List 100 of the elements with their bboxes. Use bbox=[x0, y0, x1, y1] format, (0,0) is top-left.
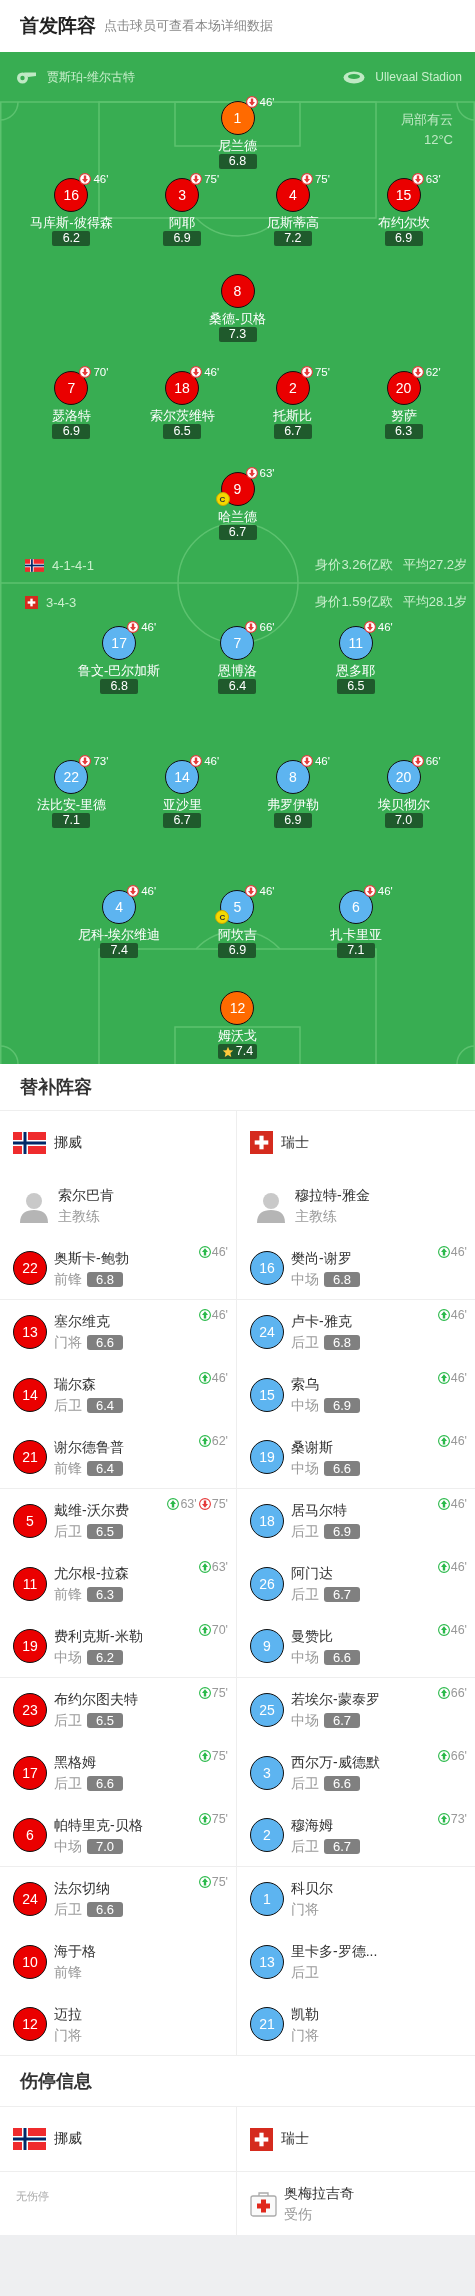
jersey-number[interactable]: 13 bbox=[13, 1314, 47, 1349]
coach-name[interactable]: 穆拉特-雅金 bbox=[295, 1186, 370, 1205]
player-name[interactable]: 尼科-埃尔维迪 bbox=[78, 926, 161, 943]
player-name[interactable]: 居马尔特 bbox=[291, 1501, 361, 1520]
section-title: 替补阵容 bbox=[20, 1076, 92, 1099]
player-name[interactable]: 阿坎吉 bbox=[218, 926, 257, 943]
sub-off-icon bbox=[127, 885, 140, 897]
sub-minute: 46' bbox=[314, 755, 330, 767]
player-name[interactable]: 鲁文-巴尔加斯 bbox=[78, 662, 161, 679]
jersey-number[interactable]: 24 bbox=[13, 1881, 47, 1916]
player-name[interactable]: 姆沃戈 bbox=[218, 1027, 257, 1044]
player-name[interactable]: 弗罗伊勒 bbox=[266, 796, 319, 813]
player-rating: 6.5 bbox=[87, 1524, 124, 1539]
player-name[interactable]: 法比安-里德 bbox=[36, 796, 107, 813]
player-name[interactable]: 帕特里克-贝格 bbox=[54, 1815, 143, 1835]
player-name[interactable]: 桑谢斯 bbox=[291, 1437, 361, 1457]
player-position: 后卫 bbox=[291, 1837, 319, 1855]
jersey-number[interactable]: 15 bbox=[386, 178, 421, 212]
player-name[interactable]: 奥梅拉吉奇 bbox=[284, 2184, 354, 2203]
jersey-number[interactable]: 18 bbox=[165, 371, 200, 405]
player-name[interactable]: 卢卡-雅克 bbox=[291, 1312, 361, 1331]
jersey-number[interactable]: 14 bbox=[13, 1377, 47, 1412]
sub-minute: 46' bbox=[93, 173, 109, 185]
sub-minute: 63' bbox=[259, 467, 275, 479]
player-name[interactable]: 科贝尔 bbox=[291, 1879, 333, 1898]
player-name[interactable]: 厄斯蒂高 bbox=[266, 214, 319, 231]
player-name[interactable]: 法尔切纳 bbox=[54, 1879, 124, 1898]
player-name[interactable]: 凯勒 bbox=[291, 2004, 319, 2024]
player-name[interactable]: 哈兰德 bbox=[218, 508, 257, 525]
jersey-number[interactable]: 16 bbox=[54, 178, 89, 212]
player-name[interactable]: 阿门达 bbox=[291, 1564, 361, 1583]
jersey-number[interactable]: 17 bbox=[13, 1755, 47, 1790]
jersey-number[interactable]: 12 bbox=[13, 2007, 47, 2041]
player-name[interactable]: 里卡多-罗德... bbox=[291, 1942, 378, 1961]
player-name[interactable]: 黑格姆 bbox=[54, 1753, 124, 1772]
jersey-number[interactable]: 2 bbox=[275, 371, 310, 405]
sub-off-icon bbox=[411, 366, 424, 378]
player-name[interactable]: 奥斯卡-鲍勃 bbox=[54, 1248, 129, 1268]
player-name[interactable]: 亚沙里 bbox=[162, 796, 202, 813]
player-name[interactable]: 布约尔图夫特 bbox=[54, 1690, 138, 1709]
jersey-number[interactable]: 12 bbox=[220, 991, 255, 1025]
no-injuries-text: 无伤停 bbox=[16, 2189, 49, 2204]
player-name[interactable]: 努萨 bbox=[390, 407, 417, 424]
player-name[interactable]: 西尔万-威德默 bbox=[291, 1753, 380, 1772]
player-name[interactable]: 谢尔德鲁普 bbox=[54, 1437, 124, 1457]
player-name[interactable]: 尤尔根-拉森 bbox=[54, 1564, 129, 1583]
player-name[interactable]: 索乌 bbox=[291, 1375, 361, 1394]
player-name[interactable]: 布约尔坎 bbox=[377, 214, 430, 231]
player-name[interactable]: 瑞尔森 bbox=[54, 1375, 124, 1394]
player-name[interactable]: 阿耶 bbox=[169, 214, 196, 231]
jersey-number[interactable]: 7 bbox=[54, 371, 89, 405]
sub-in-icon bbox=[198, 1309, 211, 1321]
player-name[interactable]: 曼赞比 bbox=[291, 1626, 361, 1646]
jersey-number[interactable]: 5 bbox=[13, 1503, 47, 1538]
player-position: 门将 bbox=[54, 2026, 82, 2044]
average-age: 平均28.1岁 bbox=[402, 593, 467, 611]
player-name[interactable]: 索尔茨维特 bbox=[149, 407, 215, 424]
jersey-number[interactable]: 4 bbox=[275, 178, 310, 212]
sub-minute: 75' bbox=[204, 173, 220, 185]
player-name[interactable]: 瑟洛特 bbox=[51, 407, 91, 424]
sub-minute: 46' bbox=[211, 1308, 228, 1322]
coach-name[interactable]: 索尔巴肯 bbox=[58, 1186, 114, 1205]
jersey-number[interactable]: 19 bbox=[13, 1629, 47, 1663]
sub-minute: 46' bbox=[211, 1245, 228, 1259]
player-position: 后卫 bbox=[54, 1523, 82, 1540]
jersey-number[interactable]: 1 bbox=[220, 101, 255, 135]
player-name[interactable]: 海于格 bbox=[54, 1942, 96, 1961]
player-name[interactable]: 费利克斯-米勒 bbox=[54, 1626, 143, 1646]
player-name[interactable]: 埃贝彻尔 bbox=[377, 796, 430, 813]
sub-off-icon bbox=[245, 467, 258, 479]
player-name[interactable]: 马库斯-彼得森 bbox=[30, 214, 113, 231]
jersey-number[interactable]: 6 bbox=[13, 1818, 47, 1852]
player-name[interactable]: 恩多耶 bbox=[336, 662, 376, 679]
jersey-number[interactable]: 22 bbox=[13, 1251, 47, 1285]
player-rating: 7.1 bbox=[62, 813, 81, 828]
jersey-number[interactable]: 8 bbox=[220, 274, 255, 308]
player-name[interactable]: 若埃尔-蒙泰罗 bbox=[291, 1690, 380, 1709]
player-rating: 6.9 bbox=[394, 231, 413, 246]
jersey-number[interactable]: 21 bbox=[13, 1440, 47, 1474]
player-name[interactable]: 恩博洛 bbox=[218, 662, 257, 679]
player-name[interactable]: 穆海姆 bbox=[291, 1815, 361, 1835]
player-name[interactable]: 桑德-贝格 bbox=[209, 310, 266, 327]
jersey-number[interactable]: 11 bbox=[13, 1566, 47, 1601]
jersey-number[interactable]: 20 bbox=[386, 371, 421, 405]
jersey-number[interactable]: 10 bbox=[13, 1944, 47, 1979]
jersey-number[interactable]: 3 bbox=[165, 178, 200, 212]
player-rating: 6.2 bbox=[62, 231, 81, 246]
player-name[interactable]: 樊尚-谢罗 bbox=[291, 1248, 361, 1268]
jersey-number[interactable]: 23 bbox=[13, 1692, 47, 1727]
player-name[interactable]: 迈拉 bbox=[54, 2004, 82, 2024]
sub-in-icon bbox=[437, 1372, 450, 1384]
player-rating: 6.5 bbox=[347, 679, 365, 694]
player-name[interactable]: 扎卡里亚 bbox=[329, 926, 382, 943]
player-rating: 7.1 bbox=[347, 943, 365, 958]
player-position: 前锋 bbox=[54, 1586, 82, 1603]
player-name[interactable]: 塞尔维克 bbox=[54, 1312, 124, 1331]
player-position: 中场 bbox=[291, 1270, 319, 1288]
player-name[interactable]: 托斯比 bbox=[273, 407, 313, 424]
player-name[interactable]: 尼兰德 bbox=[218, 137, 257, 154]
player-name[interactable]: 戴维-沃尔费 bbox=[54, 1501, 129, 1520]
